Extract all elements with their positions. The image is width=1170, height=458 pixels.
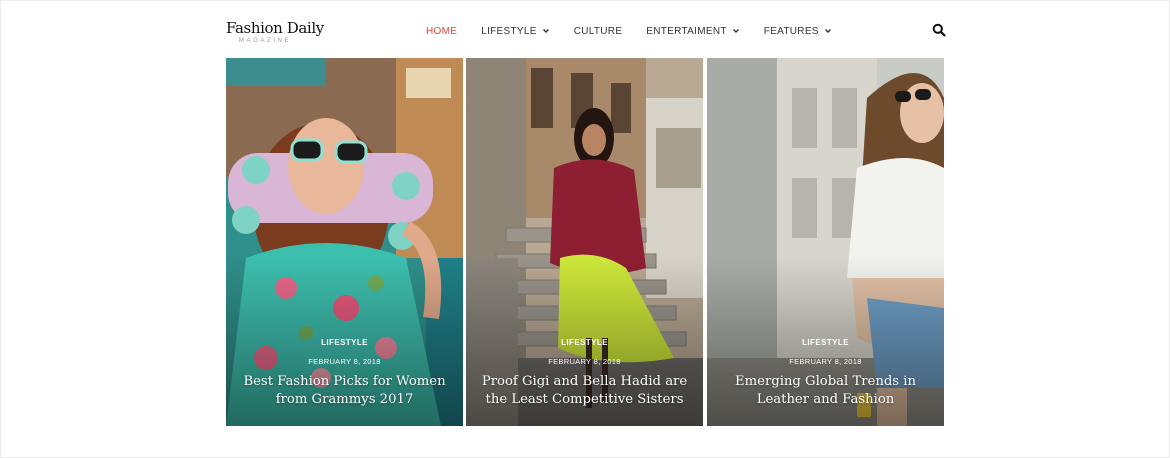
nav-item-label: HOME [426,26,458,37]
post-date: FEBRUARY 8, 2018 [548,357,621,366]
post-meta: LIFESTYLE FEBRUARY 8, 2018 Best Fashion … [226,338,463,409]
chevron-down-icon [824,29,831,33]
nav-item-label: ENTERTAIMENT [646,26,727,37]
nav-item-entertaiment[interactable]: ENTERTAIMENT [646,26,739,38]
nav-item-lifestyle[interactable]: LIFESTYLE [481,26,550,38]
post-meta: LIFESTYLE FEBRUARY 8, 2018 Proof Gigi an… [466,338,703,409]
post-title[interactable]: Emerging Global Trends in Leather and Fa… [707,373,944,409]
featured-posts: LIFESTYLE FEBRUARY 8, 2018 Best Fashion … [226,58,944,426]
nav-item-label: FEATURES [763,26,819,37]
post-title[interactable]: Proof Gigi and Bella Hadid are the Least… [466,373,703,409]
nav-item-label: LIFESTYLE [481,26,537,37]
nav-item-features[interactable]: FEATURES [764,26,832,38]
main-nav: HOME LIFESTYLE CULTURE ENTERTAIMENT FEAT… [426,26,856,38]
logo-title: Fashion Daily [226,19,324,37]
post-card[interactable]: LIFESTYLE FEBRUARY 8, 2018 Emerging Glob… [707,58,944,426]
post-meta: LIFESTYLE FEBRUARY 8, 2018 Emerging Glob… [707,338,944,409]
post-date: FEBRUARY 8, 2018 [308,357,381,366]
post-category[interactable]: LIFESTYLE [226,338,463,348]
chevron-down-icon [732,29,739,33]
post-category[interactable]: LIFESTYLE [707,338,944,348]
post-card[interactable]: LIFESTYLE FEBRUARY 8, 2018 Best Fashion … [226,58,463,426]
nav-item-label: CULTURE [573,26,623,37]
logo-subtitle: MAGAZINE [238,38,292,44]
nav-item-culture[interactable]: CULTURE [574,26,623,38]
post-title[interactable]: Best Fashion Picks for Women from Grammy… [226,373,463,409]
nav-item-home[interactable]: HOME [426,26,457,38]
site-logo[interactable]: Fashion Daily MAGAZINE [226,19,324,45]
search-button[interactable] [932,23,946,37]
post-category[interactable]: LIFESTYLE [466,338,703,348]
post-card[interactable]: LIFESTYLE FEBRUARY 8, 2018 Proof Gigi an… [466,58,703,426]
post-date: FEBRUARY 8, 2018 [789,357,862,366]
search-icon [932,23,946,37]
chevron-down-icon [542,29,549,33]
